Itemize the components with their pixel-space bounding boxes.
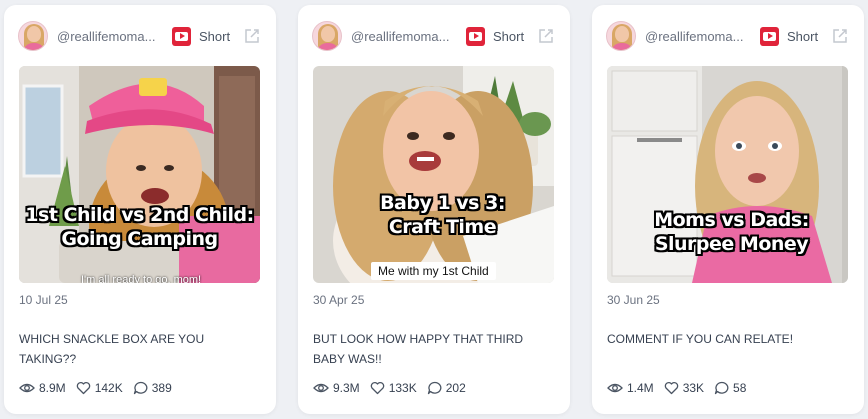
card-header: @reallifemoma... Short bbox=[18, 20, 264, 52]
heart-icon bbox=[370, 381, 384, 395]
video-thumbnail[interactable]: 1st Child vs 2nd Child: Going Camping I'… bbox=[19, 66, 260, 283]
avatar[interactable] bbox=[606, 21, 636, 51]
thumbnail-title: Baby 1 vs 3: Craft Time bbox=[380, 192, 505, 238]
creator-handle[interactable]: @reallifemoma... bbox=[351, 29, 459, 44]
views-stat: 1.4M bbox=[607, 381, 654, 395]
heart-icon bbox=[664, 381, 678, 395]
engagement-stats: 1.4M 33K 58 bbox=[607, 381, 756, 395]
youtube-icon bbox=[760, 26, 779, 46]
card-header: @reallifemoma... Short bbox=[606, 20, 852, 52]
external-link-icon[interactable] bbox=[831, 27, 849, 45]
content-type-label: Short bbox=[199, 28, 231, 44]
views-count: 9.3M bbox=[333, 381, 360, 395]
avatar[interactable] bbox=[312, 21, 342, 51]
avatar[interactable] bbox=[18, 21, 48, 51]
eye-icon bbox=[19, 383, 35, 393]
comment-icon bbox=[714, 381, 729, 395]
views-count: 8.9M bbox=[39, 381, 66, 395]
video-description: BUT LOOK HOW HAPPY THAT THIRD BABY WAS!! bbox=[313, 332, 524, 366]
engagement-stats: 9.3M 133K 202 bbox=[313, 381, 476, 395]
publish-date: 30 Apr 25 bbox=[313, 293, 365, 307]
video-description: COMMENT IF YOU CAN RELATE! bbox=[607, 332, 794, 346]
publish-date: 30 Jun 25 bbox=[607, 293, 660, 307]
views-stat: 8.9M bbox=[19, 381, 66, 395]
video-thumbnail[interactable]: Baby 1 vs 3: Craft Time Me with my 1st C… bbox=[313, 66, 554, 283]
views-stat: 9.3M bbox=[313, 381, 360, 395]
likes-stat: 33K bbox=[664, 381, 704, 395]
youtube-icon bbox=[466, 26, 485, 46]
eye-icon bbox=[607, 383, 623, 393]
comment-icon bbox=[133, 381, 148, 395]
content-type-label: Short bbox=[787, 28, 819, 44]
external-link-icon[interactable] bbox=[243, 27, 261, 45]
likes-count: 142K bbox=[94, 381, 123, 395]
likes-stat: 133K bbox=[370, 381, 417, 395]
publish-date: 10 Jul 25 bbox=[19, 293, 68, 307]
card-header: @reallifemoma... Short bbox=[312, 20, 558, 52]
creator-handle[interactable]: @reallifemoma... bbox=[645, 29, 753, 44]
content-type-label: Short bbox=[493, 28, 525, 44]
video-thumbnail[interactable]: Moms vs Dads: Slurpee Money bbox=[607, 66, 848, 283]
likes-stat: 142K bbox=[76, 381, 123, 395]
video-description: WHICH SNACKLE BOX ARE YOU TAKING?? bbox=[19, 332, 205, 366]
thumbnail-caption: Me with my 1st Child bbox=[371, 262, 496, 280]
eye-icon bbox=[313, 383, 329, 393]
thumbnail-title: Moms vs Dads: Slurpee Money bbox=[654, 209, 809, 255]
youtube-icon bbox=[172, 26, 191, 46]
video-card[interactable]: @reallifemoma... Short Moms vs Dads: Slu… bbox=[592, 5, 864, 414]
thumbnail-title: 1st Child vs 2nd Child: Going Camping bbox=[25, 204, 254, 250]
heart-icon bbox=[76, 381, 90, 395]
video-card[interactable]: @reallifemoma... Short bbox=[298, 5, 570, 414]
external-link-icon[interactable] bbox=[537, 27, 555, 45]
comment-icon bbox=[427, 381, 442, 395]
thumbnail-subtext: I'm all ready to go, mom! bbox=[81, 274, 202, 283]
comments-stat: 202 bbox=[427, 381, 466, 395]
likes-count: 133K bbox=[388, 381, 417, 395]
comments-count: 58 bbox=[733, 381, 747, 395]
likes-count: 33K bbox=[682, 381, 705, 395]
views-count: 1.4M bbox=[627, 381, 654, 395]
creator-handle[interactable]: @reallifemoma... bbox=[57, 29, 165, 44]
video-card[interactable]: @reallifemoma... Short bbox=[4, 5, 276, 414]
comments-count: 202 bbox=[445, 381, 466, 395]
engagement-stats: 8.9M 142K 389 bbox=[19, 381, 182, 395]
comments-stat: 389 bbox=[133, 381, 172, 395]
comments-stat: 58 bbox=[714, 381, 746, 395]
comments-count: 389 bbox=[151, 381, 172, 395]
